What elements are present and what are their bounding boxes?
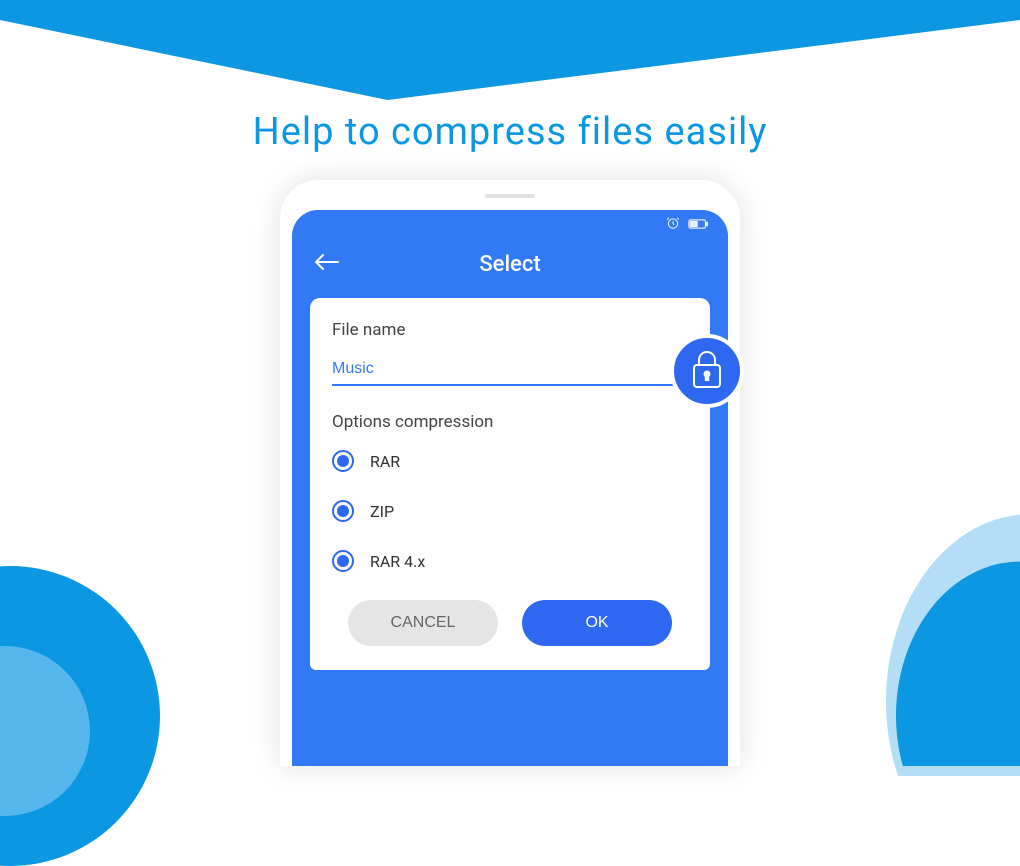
options-label: Options compression bbox=[332, 412, 688, 432]
dialog-buttons: CANCEL OK bbox=[332, 600, 688, 646]
file-name-label: File name bbox=[332, 320, 688, 340]
lock-button[interactable] bbox=[670, 334, 744, 408]
back-arrow-icon[interactable] bbox=[314, 252, 340, 277]
battery-icon bbox=[688, 215, 708, 234]
page-title: Help to compress files easily bbox=[0, 110, 1020, 154]
alarm-icon bbox=[666, 215, 680, 234]
option-zip[interactable]: ZIP bbox=[332, 500, 688, 522]
option-rar[interactable]: RAR bbox=[332, 450, 688, 472]
phone-screen: Select File name Options compression RAR bbox=[292, 210, 728, 766]
phone-frame: Select File name Options compression RAR bbox=[280, 180, 740, 766]
app-bar-title: Select bbox=[479, 252, 540, 277]
decorative-wave-top bbox=[0, 0, 1020, 100]
option-label: RAR 4.x bbox=[370, 552, 425, 571]
option-label: RAR bbox=[370, 452, 400, 471]
phone-mockup: Select File name Options compression RAR bbox=[280, 180, 740, 766]
status-bar bbox=[292, 210, 728, 238]
radio-icon bbox=[332, 500, 354, 522]
phone-speaker bbox=[485, 194, 535, 198]
lock-icon bbox=[690, 349, 724, 393]
option-rar4x[interactable]: RAR 4.x bbox=[332, 550, 688, 572]
compress-dialog: File name Options compression RAR ZIP RA… bbox=[310, 298, 710, 670]
file-name-input[interactable] bbox=[332, 356, 688, 386]
cancel-button[interactable]: CANCEL bbox=[348, 600, 498, 646]
ok-button[interactable]: OK bbox=[522, 600, 672, 646]
radio-icon bbox=[332, 550, 354, 572]
app-bar: Select bbox=[292, 238, 728, 290]
option-label: ZIP bbox=[370, 502, 394, 521]
radio-icon bbox=[332, 450, 354, 472]
